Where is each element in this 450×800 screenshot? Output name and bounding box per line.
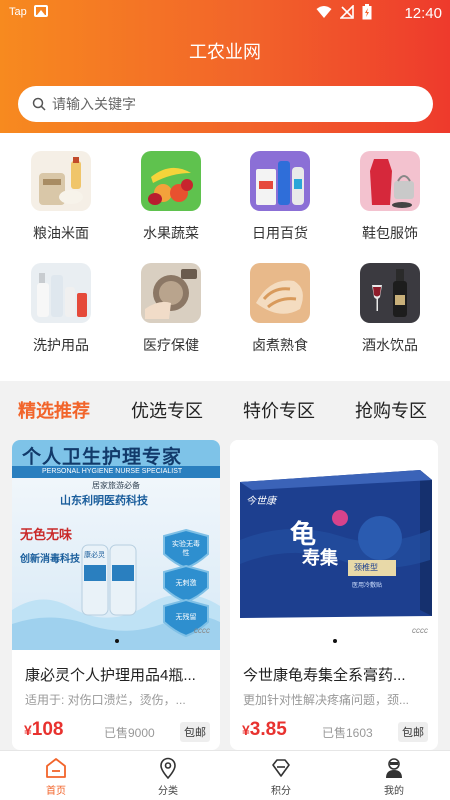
status-carrier: Tap bbox=[9, 6, 27, 18]
free-shipping-badge: 包邮 bbox=[180, 722, 210, 742]
image-tag: cccc bbox=[412, 626, 428, 635]
tab-flash-sale[interactable]: 抢购专区 bbox=[355, 397, 427, 423]
image-badge2: 无刺激 bbox=[175, 580, 197, 587]
sold-count: 已售1603 bbox=[322, 726, 373, 740]
image-line2: 创新消毒科技 bbox=[20, 554, 80, 565]
category-item-drinks[interactable]: 酒水饮品 bbox=[335, 263, 445, 355]
status-bar: Tap 12:40 bbox=[0, 0, 450, 26]
tab-featured[interactable]: 精选推荐 bbox=[18, 397, 90, 423]
tab-preferred[interactable]: 优选专区 bbox=[131, 397, 203, 423]
drinks-icon bbox=[360, 263, 420, 323]
image-sub: 医用冷敷贴 bbox=[352, 583, 383, 589]
status-time: 12:40 bbox=[404, 5, 442, 22]
product-card[interactable]: 今世康 龟 寿集 颈椎型 医用冷敷贴 cccc 今世康龟寿集全系膏药... 更加… bbox=[230, 440, 438, 750]
category-label: 粮油米面 bbox=[33, 225, 89, 241]
category-item-grain-oil[interactable]: 粮油米面 bbox=[6, 151, 116, 243]
category-item-fruit[interactable]: 水果蔬菜 bbox=[116, 151, 226, 243]
category-item-clothing[interactable]: 鞋包服饰 bbox=[335, 151, 445, 243]
category-label: 水果蔬菜 bbox=[143, 225, 199, 241]
home-icon bbox=[46, 758, 66, 778]
product-description: 更加针对性解决疼痛问题，颈... bbox=[243, 693, 410, 707]
daily-goods-icon bbox=[250, 151, 310, 211]
page-title: 工农业网 bbox=[189, 42, 261, 62]
search-input[interactable]: 请输入关键字 bbox=[18, 86, 433, 122]
product-image[interactable]: 个人卫生护理专家 PERSONAL HYGIENE NURSE SPECIALI… bbox=[12, 440, 220, 650]
nav-label: 我的 bbox=[384, 786, 404, 797]
diamond-icon bbox=[272, 759, 290, 777]
search-icon bbox=[32, 97, 46, 111]
product-image[interactable]: 今世康 龟 寿集 颈椎型 医用冷敷贴 cccc bbox=[230, 440, 438, 650]
free-shipping-badge: 包邮 bbox=[398, 722, 428, 742]
medical-icon bbox=[141, 263, 201, 323]
no-signal-icon bbox=[340, 5, 354, 19]
image-label: 颈椎型 bbox=[354, 563, 378, 572]
bottom-nav: 首页 分类 积分 我的 bbox=[0, 750, 450, 800]
image-bottle-brand: 康必灵 bbox=[84, 552, 105, 559]
price-currency: ¥ bbox=[242, 722, 250, 738]
category-item-toiletries[interactable]: 洗护用品 bbox=[6, 263, 116, 355]
nav-label: 分类 bbox=[158, 786, 178, 797]
battery-icon bbox=[362, 4, 372, 20]
image-tag: cccc bbox=[194, 626, 210, 635]
category-label: 洗护用品 bbox=[33, 337, 89, 353]
section-tabs: 精选推荐 优选专区 特价专区 抢购专区 bbox=[0, 381, 450, 439]
tab-special-price[interactable]: 特价专区 bbox=[243, 397, 315, 423]
fruit-icon bbox=[141, 151, 201, 211]
image-product-b: 寿集 bbox=[302, 548, 338, 568]
category-label: 卤煮熟食 bbox=[252, 337, 308, 353]
nav-home[interactable]: 首页 bbox=[26, 757, 86, 797]
search-placeholder: 请输入关键字 bbox=[52, 96, 136, 112]
toiletries-icon bbox=[31, 263, 91, 323]
category-item-cooked-food[interactable]: 卤煮熟食 bbox=[225, 263, 335, 355]
image-company: 山东利明医药科技 bbox=[60, 495, 148, 507]
grain-oil-icon bbox=[31, 151, 91, 211]
nav-points[interactable]: 积分 bbox=[251, 757, 311, 797]
nav-label: 首页 bbox=[46, 786, 66, 797]
category-label: 日用百货 bbox=[252, 225, 308, 241]
price-value: 3.85 bbox=[249, 719, 287, 740]
nav-profile[interactable]: 我的 bbox=[364, 757, 424, 797]
category-label: 酒水饮品 bbox=[362, 337, 418, 353]
product-name: 今世康龟寿集全系膏药... bbox=[243, 667, 406, 684]
category-item-medical[interactable]: 医疗保健 bbox=[116, 263, 226, 355]
image-badge1: 实验无毒性 bbox=[172, 541, 200, 557]
product-description: 适用于: 对伤口溃烂，烫伤，... bbox=[25, 693, 186, 707]
category-grid: 粮油米面 水果蔬菜 日用百货 鞋包服饰 洗护用品 医疗保健 卤煮熟食 酒水饮品 bbox=[0, 133, 450, 381]
image-headline: 个人卫生护理专家 bbox=[22, 447, 183, 468]
image-line1: 无色无味 bbox=[20, 527, 73, 542]
wifi-icon bbox=[316, 6, 332, 18]
image-badge3: 无残留 bbox=[175, 614, 197, 621]
image-brand: 今世康 bbox=[246, 496, 276, 507]
header-bar: Tap 12:40 工农业网 请输入关键字 bbox=[0, 0, 450, 133]
product-name: 康必灵个人护理用品4瓶... bbox=[25, 667, 196, 684]
cooked-food-icon bbox=[250, 263, 310, 323]
category-item-daily-goods[interactable]: 日用百货 bbox=[225, 151, 335, 243]
location-pin-icon bbox=[160, 757, 176, 779]
carousel-dot bbox=[115, 639, 119, 643]
carousel-dot bbox=[333, 639, 337, 643]
category-label: 鞋包服饰 bbox=[362, 225, 418, 241]
category-label: 医疗保健 bbox=[143, 337, 199, 353]
image-subtitle-en: PERSONAL HYGIENE NURSE SPECIALIST bbox=[42, 468, 183, 475]
product-card[interactable]: 个人卫生护理专家 PERSONAL HYGIENE NURSE SPECIALI… bbox=[12, 440, 220, 750]
image-subtitle-cn: 居家旅游必备 bbox=[92, 481, 140, 490]
clothing-icon bbox=[360, 151, 420, 211]
product-price: ¥3.85 bbox=[242, 719, 287, 741]
sold-count: 已售9000 bbox=[104, 726, 155, 740]
price-currency: ¥ bbox=[24, 722, 32, 738]
product-price: ¥108 bbox=[24, 719, 64, 741]
user-icon bbox=[386, 758, 402, 778]
image-notification-icon bbox=[34, 5, 48, 17]
nav-category[interactable]: 分类 bbox=[138, 757, 198, 797]
nav-label: 积分 bbox=[271, 786, 291, 797]
price-value: 108 bbox=[31, 719, 64, 740]
